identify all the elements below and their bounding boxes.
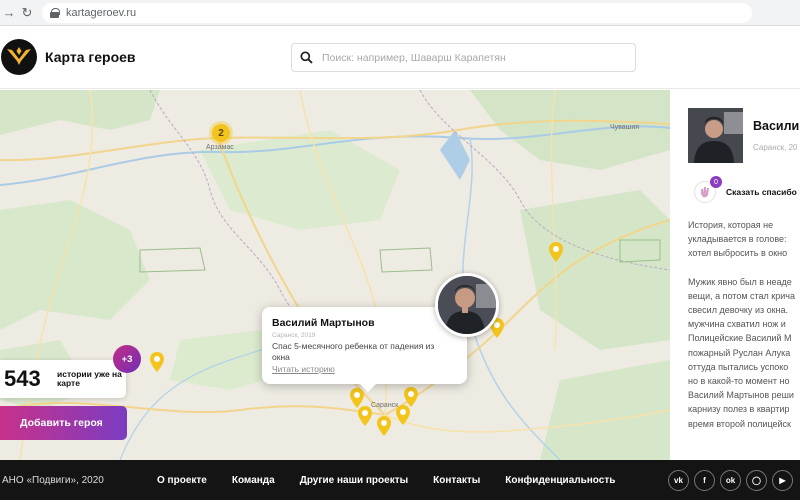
add-hero-button[interactable]: Добавить героя xyxy=(0,406,127,440)
map-label-chuvashia: Чувашия xyxy=(610,124,640,131)
brand-name[interactable]: Карта героев xyxy=(45,49,136,65)
hero-avatar[interactable] xyxy=(435,273,499,337)
popup-location: Саранск, 2019 xyxy=(272,332,316,339)
popup-description: Спас 5-месячного ребенка от падения из о… xyxy=(272,341,435,362)
site-header: Карта героев xyxy=(0,27,800,89)
story-text: История, которая не укладывается в голов… xyxy=(688,218,800,445)
stories-count-label: истории уже на карте xyxy=(57,369,122,388)
logo-icon[interactable] xyxy=(1,39,37,75)
instagram-icon[interactable]: ◯ xyxy=(746,470,767,491)
thanks-count: 0 xyxy=(710,176,722,188)
facebook-icon[interactable]: f xyxy=(694,470,715,491)
map-pin[interactable] xyxy=(404,387,418,407)
footer-link-projects[interactable]: Другие наши проекты xyxy=(300,475,408,486)
search-box[interactable] xyxy=(291,43,636,72)
stories-count: 543 xyxy=(4,366,41,391)
vk-icon[interactable]: vk xyxy=(668,470,689,491)
youtube-icon[interactable]: ▶ xyxy=(772,470,793,491)
search-input[interactable] xyxy=(322,44,627,71)
footer-link-contacts[interactable]: Контакты xyxy=(433,475,480,486)
reload-icon[interactable]: ↻ xyxy=(18,4,36,22)
hero-photo[interactable] xyxy=(688,108,743,163)
address-url: kartageroev.ru xyxy=(66,6,137,19)
panel-hero-name: Василий xyxy=(753,119,800,133)
map-label-arzamas: Арзамас xyxy=(206,144,234,151)
more-heroes-badge[interactable]: +3 xyxy=(113,345,141,373)
map-pin[interactable] xyxy=(396,405,410,425)
browser-toolbar: → ↻ kartageroev.ru xyxy=(0,0,800,26)
map-pin[interactable] xyxy=(150,352,164,372)
story-paragraph-1: История, которая не укладывается в голов… xyxy=(688,220,788,259)
map-background xyxy=(0,90,670,460)
social-links: vk f ok ◯ ▶ xyxy=(668,470,798,491)
copyright: АНО «Подвиги», 2020 xyxy=(2,475,104,486)
address-bar[interactable]: kartageroev.ru xyxy=(42,2,752,23)
footer-nav: О проекте Команда Другие наши проекты Ко… xyxy=(157,475,640,486)
stories-counter: 543 истории уже на карте xyxy=(0,360,126,398)
footer-link-privacy[interactable]: Конфиденциальность xyxy=(505,475,615,486)
hero-popup: Василий Мартынов Саранск, 2019 Спас 5-ме… xyxy=(262,307,467,392)
back-icon[interactable]: → xyxy=(0,4,18,22)
map-pin[interactable] xyxy=(358,406,372,426)
map-area[interactable]: Арзамас Чувашия Саранск 2 xyxy=(0,90,670,460)
footer-link-about[interactable]: О проекте xyxy=(157,475,207,486)
map-pin[interactable] xyxy=(549,242,563,262)
map-pin[interactable] xyxy=(377,416,391,436)
story-paragraph-2: Мужик явно был в неаде вещи, а потом ста… xyxy=(688,276,795,429)
footer-link-team[interactable]: Команда xyxy=(232,475,275,486)
say-thanks-button[interactable]: Сказать спасибо xyxy=(726,187,797,197)
map-cluster[interactable]: 2 xyxy=(212,124,230,142)
panel-hero-meta: Саранск, 20 xyxy=(753,143,798,152)
odnoklassniki-icon[interactable]: ok xyxy=(720,470,741,491)
read-story-link[interactable]: Читать историю xyxy=(272,364,457,374)
search-icon xyxy=(300,51,313,64)
popup-hero-name: Василий Мартынов xyxy=(272,317,375,329)
lock-icon xyxy=(50,7,60,18)
story-panel: Василий Саранск, 20 0 Сказать спасибо Ис… xyxy=(670,90,800,460)
site-footer: АНО «Подвиги», 2020 О проекте Команда Др… xyxy=(0,460,800,500)
map-label-saransk: Саранск xyxy=(371,402,399,409)
